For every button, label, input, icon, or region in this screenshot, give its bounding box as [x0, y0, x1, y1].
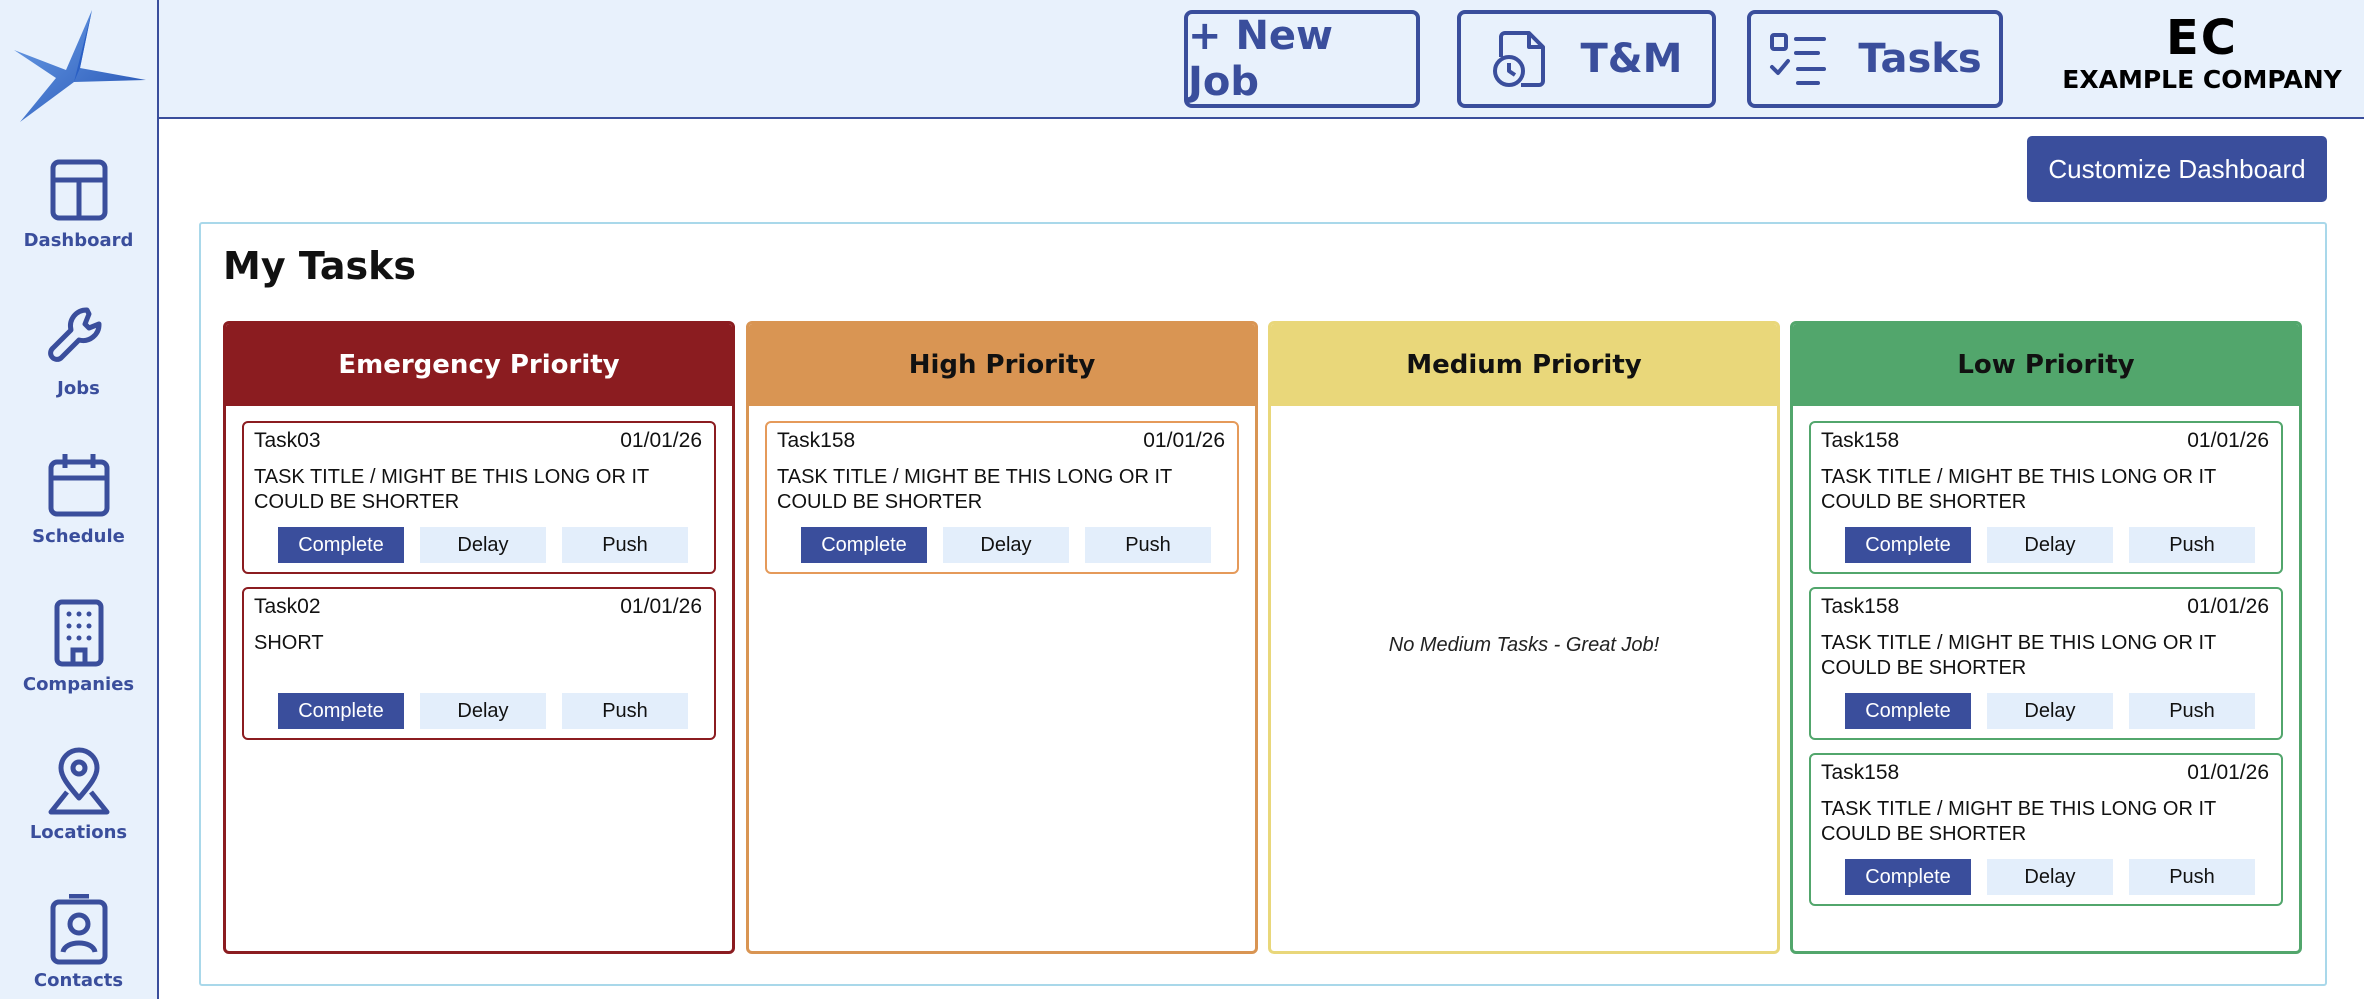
sidebar-item-label: Companies [22, 674, 135, 695]
task-id: Task158 [1821, 429, 1900, 452]
sidebar-item-locations[interactable]: Locations [0, 746, 157, 843]
complete-button[interactable]: Complete [1845, 527, 1971, 563]
sidebar-item-companies[interactable]: Companies [0, 598, 157, 695]
complete-button[interactable]: Complete [1845, 693, 1971, 729]
push-button[interactable]: Push [2129, 527, 2255, 563]
column-high: High Priority Task158 01/01/26 TASK TITL… [746, 321, 1258, 954]
sidebar: Dashboard Jobs Schedule Companies Locati… [0, 0, 159, 999]
task-date: 01/01/26 [620, 595, 702, 618]
task-id: Task158 [1821, 761, 1900, 784]
task-title: TASK TITLE / MIGHT BE THIS LONG OR IT CO… [1821, 632, 2216, 679]
column-header: High Priority [749, 324, 1255, 406]
tasks-label: Tasks [1858, 36, 1982, 82]
empty-message: No Medium Tasks - Great Job! [1388, 634, 1660, 656]
complete-button[interactable]: Complete [801, 527, 927, 563]
push-button[interactable]: Push [562, 693, 688, 729]
complete-button[interactable]: Complete [278, 527, 404, 563]
delay-button[interactable]: Delay [1987, 859, 2113, 895]
brand-short: EC [2165, 10, 2238, 66]
push-button[interactable]: Push [2129, 859, 2255, 895]
sidebar-item-label: Locations [29, 822, 128, 843]
complete-button[interactable]: Complete [278, 693, 404, 729]
top-bar: + New Job T&M Tasks EC EXAMPLE COMPANY [159, 0, 2364, 119]
task-date: 01/01/26 [1143, 429, 1225, 452]
new-job-label: + New Job [1188, 13, 1333, 105]
task-date: 01/01/26 [620, 429, 702, 452]
sidebar-item-jobs[interactable]: Jobs [0, 302, 157, 399]
sidebar-item-label: Dashboard [23, 230, 134, 251]
task-id: Task158 [777, 429, 856, 452]
task-title: TASK TITLE / MIGHT BE THIS LONG OR IT CO… [1821, 466, 2216, 513]
sidebar-item-contacts[interactable]: Contacts [0, 894, 157, 991]
sidebar-item-label: Schedule [32, 526, 125, 547]
dashboard-icon [50, 159, 107, 221]
my-tasks-panel: My Tasks Emergency Priority Task03 01/01… [199, 222, 2327, 986]
contact-card-icon [50, 894, 107, 965]
column-low: Low Priority Task158 01/01/26 TASK TITLE… [1790, 321, 2302, 954]
task-date: 01/01/26 [2187, 595, 2269, 618]
document-clock-icon [1492, 31, 1545, 87]
company-logo[interactable] [12, 8, 148, 126]
column-medium: Medium Priority No Medium Tasks - Great … [1268, 321, 1780, 954]
tasks-button[interactable]: Tasks [1747, 10, 2003, 108]
complete-button[interactable]: Complete [1845, 859, 1971, 895]
delay-button[interactable]: Delay [420, 527, 546, 563]
sidebar-item-label: Contacts [33, 970, 124, 991]
task-card[interactable]: Task158 01/01/26 TASK TITLE / MIGHT BE T… [1809, 587, 2283, 740]
column-header: Emergency Priority [226, 324, 732, 406]
column-header: Medium Priority [1271, 324, 1777, 406]
task-card[interactable]: Task02 01/01/26 SHORT Complete Delay Pus… [242, 587, 716, 740]
task-title: TASK TITLE / MIGHT BE THIS LONG OR IT CO… [777, 466, 1172, 513]
sidebar-item-label: Jobs [57, 378, 100, 399]
task-card[interactable]: Task158 01/01/26 TASK TITLE / MIGHT BE T… [765, 421, 1239, 574]
task-title: SHORT [254, 632, 324, 654]
delay-button[interactable]: Delay [943, 527, 1069, 563]
wrench-icon [47, 307, 101, 362]
task-id: Task03 [254, 429, 321, 452]
task-card[interactable]: Task03 01/01/26 TASK TITLE / MIGHT BE TH… [242, 421, 716, 574]
checklist-icon [1770, 33, 1827, 85]
panel-title: My Tasks [223, 244, 416, 288]
push-button[interactable]: Push [1085, 527, 1211, 563]
delay-button[interactable]: Delay [420, 693, 546, 729]
delay-button[interactable]: Delay [1987, 693, 2113, 729]
push-button[interactable]: Push [2129, 693, 2255, 729]
customize-dashboard-button[interactable]: Customize Dashboard [2027, 136, 2327, 202]
tm-label: T&M [1580, 36, 1683, 82]
task-date: 01/01/26 [2187, 761, 2269, 784]
sidebar-item-dashboard[interactable]: Dashboard [0, 154, 157, 251]
new-job-button[interactable]: + New Job [1184, 10, 1420, 108]
map-pin-icon [48, 747, 109, 815]
delay-button[interactable]: Delay [1987, 527, 2113, 563]
task-card[interactable]: Task158 01/01/26 TASK TITLE / MIGHT BE T… [1809, 753, 2283, 906]
sidebar-item-schedule[interactable]: Schedule [0, 450, 157, 547]
company-brand: EC EXAMPLE COMPANY [2044, 10, 2360, 94]
task-id: Task158 [1821, 595, 1900, 618]
tm-button[interactable]: T&M [1457, 10, 1716, 108]
task-title: TASK TITLE / MIGHT BE THIS LONG OR IT CO… [1821, 798, 2216, 845]
column-header: Low Priority [1793, 324, 2299, 406]
task-title: TASK TITLE / MIGHT BE THIS LONG OR IT CO… [254, 466, 649, 513]
brand-name: EXAMPLE COMPANY [2062, 65, 2342, 94]
push-button[interactable]: Push [562, 527, 688, 563]
task-date: 01/01/26 [2187, 429, 2269, 452]
task-id: Task02 [254, 595, 321, 618]
task-card[interactable]: Task158 01/01/26 TASK TITLE / MIGHT BE T… [1809, 421, 2283, 574]
building-icon [54, 599, 103, 667]
calendar-icon [48, 454, 109, 517]
column-emergency: Emergency Priority Task03 01/01/26 TASK … [223, 321, 735, 954]
